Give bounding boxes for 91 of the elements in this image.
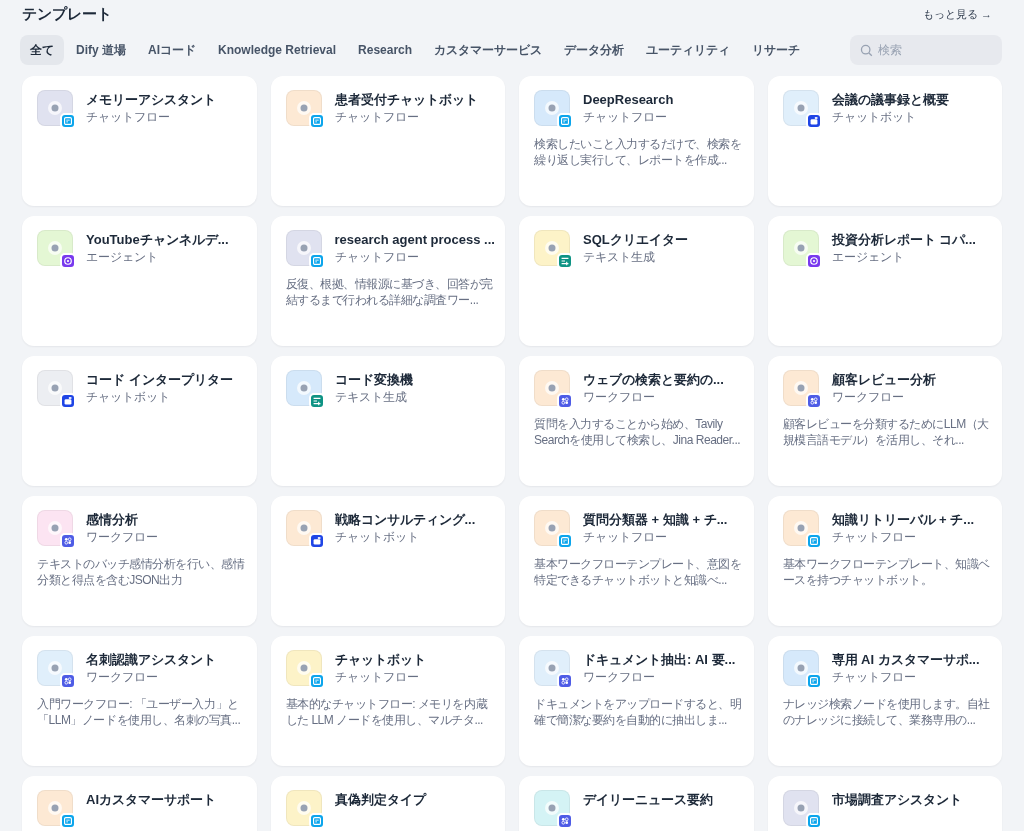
template-title: 市場調査アシスタント <box>831 791 962 809</box>
app-type-label: ワークフロー <box>583 670 656 685</box>
app-type-label: チャットフロー <box>583 110 668 125</box>
template-title: AIカスタマーサポート <box>86 791 216 809</box>
template-title: 質問分類器 + 知識 + チ... <box>583 511 728 529</box>
template-title: デイリーニュース要約 <box>583 791 713 809</box>
template-title: SQLクリエイター <box>583 231 688 249</box>
template-title: 患者受付チャットボット <box>334 91 478 109</box>
template-card[interactable]: 知識リトリーバル + チ... チャットフロー 基本ワークフローテンプレート、知識ベースを持つチャットボット。 <box>767 496 1002 626</box>
category-tab[interactable]: 全て <box>20 35 64 65</box>
category-tab[interactable]: データ分析 <box>554 35 635 65</box>
app-type-label: チャットフロー <box>334 250 420 265</box>
section-title: テンプレート <box>22 3 112 24</box>
app-type-label: テキスト生成 <box>334 390 408 405</box>
template-title: 専用 AI カスタマーサポ... <box>831 651 980 669</box>
template-description: 顧客レビューを分類するためにLLM（大規模言語モデル）を活用し、それ... <box>782 416 990 448</box>
template-card[interactable]: 専用 AI カスタマーサポ... チャットフロー ナレッジ検索ノードを使用します。自社のナレッジに接続して、業務専用の... <box>767 636 1002 766</box>
template-description: ドキュメントをアップロードすると、明確で簡潔な要約を自動的に抽出しま... <box>534 696 743 728</box>
template-title: 真偽判定タイプ <box>334 791 426 809</box>
app-type-label: エージェント <box>86 250 159 265</box>
template-description: 入門ワークフロー: 「ユーザー入力」と「LLM」ノードを使用し、名刺の写真... <box>37 696 242 728</box>
template-title: 感情分析 <box>86 511 139 529</box>
app-type-label: チャットフロー <box>334 110 420 125</box>
template-title: チャットボット <box>334 651 426 669</box>
template-card[interactable]: research agent process ... チャットフロー 反復、根拠、情報源に基づき、回答が完結するまで行われる詳細な調査ワー... <box>270 216 505 346</box>
template-title: ドキュメント抽出: AI 要... <box>583 651 736 669</box>
template-title: メモリーアシスタント <box>86 91 216 109</box>
template-card[interactable]: コード インタープリター チャットボット <box>22 356 257 486</box>
search-field[interactable]: 検索 <box>850 35 1002 65</box>
template-card[interactable]: チャットボット チャットフロー 基本的なチャットフロー: メモリを内蔵した LLM ノードを使用し、マルチタ... <box>270 636 505 766</box>
app-type-label: チャットフロー <box>334 670 420 685</box>
template-description: ナレッジ検索ノードを使用します。自社のナレッジに接続して、業務専用の... <box>782 696 991 728</box>
template-card[interactable]: 投資分析レポート コパ... エージェント <box>767 216 1002 346</box>
template-description: 基本的なチャットフロー: メモリを内蔵した LLM ノードを使用し、マルチタ... <box>285 696 489 728</box>
template-card[interactable]: デイリーニュース要約 <box>519 776 754 831</box>
app-type-label: ワークフロー <box>86 670 159 685</box>
app-type-label: チャットボット <box>334 530 420 545</box>
app-type-label: テキスト生成 <box>583 250 656 265</box>
category-tab[interactable]: Dify 道場 <box>66 35 136 65</box>
app-type-label: チャットフロー <box>831 530 917 545</box>
template-card[interactable]: 真偽判定タイプ <box>270 776 505 831</box>
app-type-label: チャットフロー <box>583 530 668 545</box>
template-title: 戦略コンサルティング... <box>334 511 476 529</box>
app-type-label: エージェント <box>831 250 905 265</box>
template-card[interactable]: 顧客レビュー分析 ワークフロー 顧客レビューを分類するためにLLM（大規模言語モデル）を活用し、それ... <box>767 356 1002 486</box>
template-title: YouTubeチャンネルデ... <box>86 231 229 249</box>
template-card[interactable]: AIカスタマーサポート <box>22 776 257 831</box>
category-tab[interactable]: リサーチ <box>742 35 811 65</box>
app-type-label: チャットボット <box>831 110 917 125</box>
template-card[interactable]: DeepResearch チャットフロー 検索したいこと入力するだけで、検索を繰り返し実行して、レポートを作成... <box>519 76 754 206</box>
template-title: コード変換機 <box>334 371 413 389</box>
category-tab[interactable]: ユーティリティ <box>636 35 741 65</box>
app-type-label: ワークフロー <box>86 530 158 545</box>
template-card[interactable]: ウェブの検索と要約の... ワークフロー 質問を入力することから始め、Tavily Searchを使用して検索し、Jina Reader... <box>519 356 754 486</box>
template-card[interactable]: ドキュメント抽出: AI 要... ワークフロー ドキュメントをアップロードすると、明確で簡潔な要約を自動的に抽出しま... <box>519 636 754 766</box>
template-title: 顧客レビュー分析 <box>831 371 936 389</box>
template-description: 基本ワークフローテンプレート、意図を特定できるチャットボットと知識べ... <box>534 556 743 588</box>
template-card[interactable]: 名刺認識アシスタント ワークフロー 入門ワークフロー: 「ユーザー入力」と「LLM」ノードを使用し、名刺の写真... <box>22 636 257 766</box>
category-tab[interactable]: AIコード <box>138 35 206 65</box>
category-tab[interactable]: Research <box>348 35 423 65</box>
template-title: 会議の議事録と概要 <box>831 91 949 109</box>
template-card[interactable]: 患者受付チャットボット チャットフロー <box>270 76 505 206</box>
template-card[interactable]: メモリーアシスタント チャットフロー <box>22 76 257 206</box>
template-card[interactable]: 市場調査アシスタント <box>767 776 1002 831</box>
template-card[interactable]: 会議の議事録と概要 チャットボット <box>767 76 1002 206</box>
template-description: テキストのバッチ感情分析を行い、感情分類と得点を含むJSON出力 <box>37 556 246 588</box>
app-type-label: チャットボット <box>86 390 171 405</box>
template-description: 質問を入力することから始め、Tavily Searchを使用して検索し、Jina Reader... <box>534 416 742 448</box>
template-card[interactable]: 質問分類器 + 知識 + チ... チャットフロー 基本ワークフローテンプレート、意図を特定できるチャットボットと知識べ... <box>519 496 754 626</box>
template-description: 反復、根拠、情報源に基づき、回答が完結するまで行われる詳細な調査ワー... <box>285 276 494 308</box>
app-type-label: ワークフロー <box>831 390 905 405</box>
app-type-label: ワークフロー <box>583 390 656 405</box>
app-type-label: チャットフロー <box>831 670 917 685</box>
see-more-link[interactable]: もっと見る → <box>922 5 992 23</box>
category-tab[interactable]: Knowledge Retrieval <box>208 35 347 65</box>
template-title: ウェブの検索と要約の... <box>583 371 724 389</box>
category-tab[interactable]: カスタマーサービス <box>424 35 553 65</box>
template-description: 基本ワークフローテンプレート、知識ベースを持つチャットボット。 <box>782 556 991 588</box>
template-title: コード インタープリター <box>86 371 233 389</box>
template-title: 名刺認識アシスタント <box>86 651 216 669</box>
template-card[interactable]: 戦略コンサルティング... チャットボット <box>270 496 505 626</box>
search-icon <box>860 44 873 57</box>
template-title: 知識リトリーバル + チ... <box>831 511 975 529</box>
template-description: 検索したいこと入力するだけで、検索を繰り返し実行して、レポートを作成... <box>534 136 743 168</box>
app-type-label: チャットフロー <box>86 110 171 125</box>
template-card[interactable]: YouTubeチャンネルデ... エージェント <box>22 216 257 346</box>
template-title: DeepResearch <box>583 91 674 109</box>
template-card[interactable]: SQLクリエイター テキスト生成 <box>519 216 754 346</box>
template-card[interactable]: 感情分析 ワークフロー テキストのバッチ感情分析を行い、感情分類と得点を含むJSON出力 <box>22 496 257 626</box>
template-card[interactable]: コード変換機 テキスト生成 <box>270 356 505 486</box>
template-title: 投資分析レポート コパ... <box>831 231 976 249</box>
